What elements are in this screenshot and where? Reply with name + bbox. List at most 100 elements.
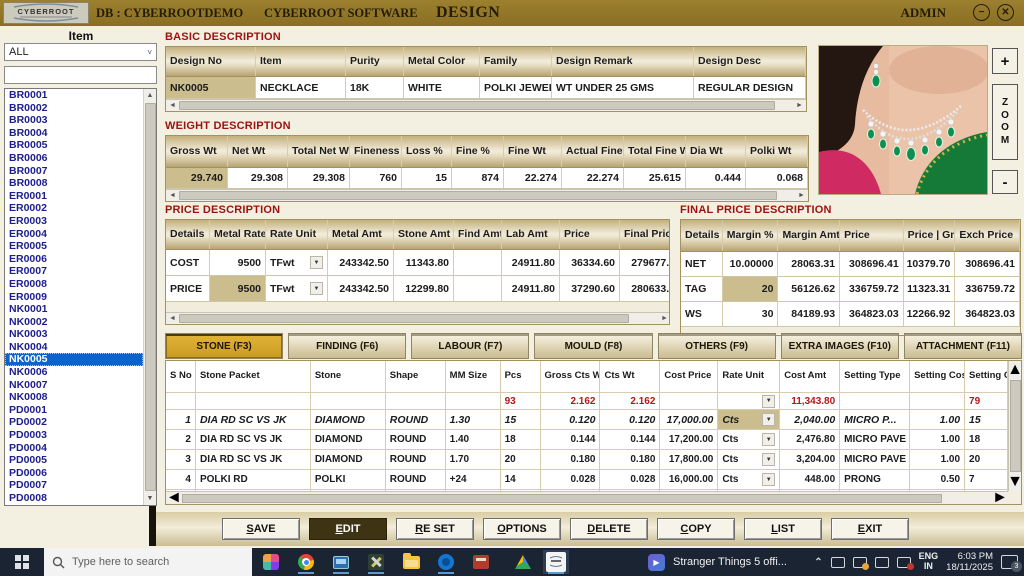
grid-cell[interactable]: 2,476.80 <box>780 430 840 449</box>
list-item[interactable]: PD0004 <box>5 442 143 455</box>
grid-cell[interactable]: NK0005 <box>166 77 256 98</box>
grid-cell[interactable]: 12266.92 <box>904 302 956 326</box>
grid-cell[interactable]: 29.308 <box>228 168 288 188</box>
grid-cell[interactable]: 29.740 <box>166 168 228 188</box>
list-item[interactable]: NK0006 <box>5 366 143 379</box>
grid-cell[interactable]: 17,200.00 <box>660 430 718 449</box>
list-item[interactable]: ER0003 <box>5 215 143 228</box>
list-item[interactable]: NK0007 <box>5 379 143 392</box>
list-item[interactable]: BR0005 <box>5 139 143 152</box>
grid-cell[interactable]: 1.30 <box>446 410 501 429</box>
grid-cell[interactable]: 30 <box>723 302 779 326</box>
tray-app-alert-icon[interactable] <box>853 557 867 568</box>
list-item[interactable]: NK0008 <box>5 391 143 404</box>
dropdown-icon[interactable]: ▼ <box>310 282 323 295</box>
grid-cell[interactable]: 36334.60 <box>560 250 620 275</box>
grid-cell[interactable]: MICRO P... <box>840 410 910 429</box>
grid-cell[interactable]: DIA RD SC VS JK <box>196 430 311 449</box>
scrollbar-thumb[interactable] <box>145 103 156 491</box>
list-item[interactable]: ER0004 <box>5 228 143 241</box>
grid-cell[interactable]: NECKLACE <box>256 77 346 98</box>
list-item[interactable]: PD0003 <box>5 429 143 442</box>
grid-cell[interactable]: 0.180 <box>541 450 601 469</box>
grid-cell[interactable]: POLKI <box>311 470 386 489</box>
language-indicator[interactable]: ENG IN <box>919 552 939 572</box>
grid-cell[interactable]: 0.120 <box>600 410 660 429</box>
grid-cell[interactable]: 874 <box>452 168 504 188</box>
grid-cell[interactable]: ROUND <box>386 410 446 429</box>
grid-cell[interactable]: 17,800.00 <box>660 450 718 469</box>
zoom-out-button[interactable]: - <box>992 170 1018 194</box>
grid-cell[interactable]: 29.308 <box>288 168 350 188</box>
grid-cell[interactable]: ROUND <box>386 450 446 469</box>
grid-cell[interactable]: 0.028 <box>541 470 601 489</box>
item-list-scrollbar[interactable]: ▲ ▼ <box>143 89 156 505</box>
list-item[interactable]: PD0007 <box>5 479 143 492</box>
rate-unit-dropdown[interactable]: Cts▼ <box>718 470 780 489</box>
start-button[interactable] <box>0 548 44 576</box>
grid-cell[interactable]: PRONG <box>840 470 910 489</box>
tab-labour[interactable]: LABOUR (F7) <box>411 333 529 359</box>
grid-cell[interactable]: 243342.50 <box>328 250 394 275</box>
list-item[interactable]: NK0003 <box>5 328 143 341</box>
zoom-button[interactable]: Z O O M <box>992 84 1018 160</box>
grid-cell[interactable]: 17,000.00 <box>660 410 718 429</box>
dropdown-icon[interactable]: ▼ <box>762 395 775 408</box>
options-button[interactable]: OPTIONS <box>483 518 561 540</box>
list-item[interactable]: NK0004 <box>5 341 143 354</box>
grid-cell[interactable]: 243342.50 <box>328 276 394 301</box>
grid-cell[interactable]: DIAMOND <box>311 450 386 469</box>
grid-cell[interactable]: DIAMOND <box>311 410 386 429</box>
grid-cell[interactable]: 0.068 <box>746 168 808 188</box>
list-item[interactable]: BR0004 <box>5 127 143 140</box>
grid-cell[interactable]: POLKI JEWELL... <box>480 77 552 98</box>
grid-cell[interactable]: 22.274 <box>562 168 624 188</box>
basic-h-scrollbar[interactable]: ◄► <box>166 99 806 111</box>
grid-cell[interactable]: ROUND <box>386 470 446 489</box>
list-item[interactable]: ER0001 <box>5 190 143 203</box>
grid-cell[interactable]: 15 <box>965 410 1008 429</box>
grid-cell[interactable]: 336759.72 <box>955 277 1020 301</box>
grid-cell[interactable]: 280633.1 <box>620 276 670 301</box>
scroll-up-icon[interactable]: ▲ <box>1007 361 1023 379</box>
grid-cell[interactable]: 11343.80 <box>394 250 454 275</box>
grid-cell[interactable]: 15 <box>501 410 541 429</box>
taskbar-app-browser[interactable] <box>433 550 459 574</box>
list-item[interactable]: PD0005 <box>5 454 143 467</box>
rate-unit-dropdown[interactable]: Cts▼ <box>718 430 780 449</box>
grid-cell[interactable]: +24 <box>446 470 501 489</box>
tab-stone[interactable]: STONE (F3) <box>165 333 283 359</box>
list-item[interactable]: BR0007 <box>5 165 143 178</box>
grid-cell[interactable]: 14 <box>501 470 541 489</box>
grid-cell[interactable]: 279677.1 <box>620 250 670 275</box>
item-filter-select[interactable]: ALL ˅ <box>4 43 157 61</box>
grid-cell[interactable]: 25.615 <box>624 168 686 188</box>
taskbar-app-tools[interactable] <box>363 550 389 574</box>
taskbar-search[interactable]: Type here to search <box>44 548 252 576</box>
grid-cell[interactable]: 1.40 <box>446 430 501 449</box>
copy-button[interactable]: COPY <box>657 518 735 540</box>
grid-cell[interactable]: REGULAR DESIGN <box>694 77 806 98</box>
list-button[interactable]: LIST <box>744 518 822 540</box>
minimize-button[interactable]: − <box>973 4 990 21</box>
grid-cell[interactable]: 308696.41 <box>955 252 1020 276</box>
scrollbar-thumb[interactable] <box>1010 380 1021 472</box>
list-item[interactable]: ER0006 <box>5 253 143 266</box>
stone-v-scrollbar[interactable]: ▲ ▼ <box>1008 361 1021 491</box>
tab-attachment[interactable]: ATTACHMENT (F11) <box>904 333 1022 359</box>
grid-cell[interactable]: ROUND <box>386 430 446 449</box>
tray-volume-muted-icon[interactable] <box>897 557 911 568</box>
grid-cell[interactable] <box>454 250 502 275</box>
grid-cell[interactable]: 37290.60 <box>560 276 620 301</box>
taskbar-app-cyberroot-active[interactable] <box>543 550 569 574</box>
list-item[interactable]: PD0008 <box>5 492 143 505</box>
grid-cell[interactable]: 20 <box>723 277 779 301</box>
list-item[interactable]: ER0008 <box>5 278 143 291</box>
taskbar-app-photos[interactable] <box>258 550 284 574</box>
grid-cell[interactable]: 10.00000 <box>723 252 779 276</box>
rate-unit-dropdown[interactable]: Cts▼ <box>718 450 780 469</box>
grid-cell[interactable]: 1.70 <box>446 450 501 469</box>
grid-cell[interactable]: MICRO PAVE <box>840 430 910 449</box>
grid-cell[interactable]: 28063.31 <box>778 252 840 276</box>
grid-cell[interactable]: 3,204.00 <box>780 450 840 469</box>
